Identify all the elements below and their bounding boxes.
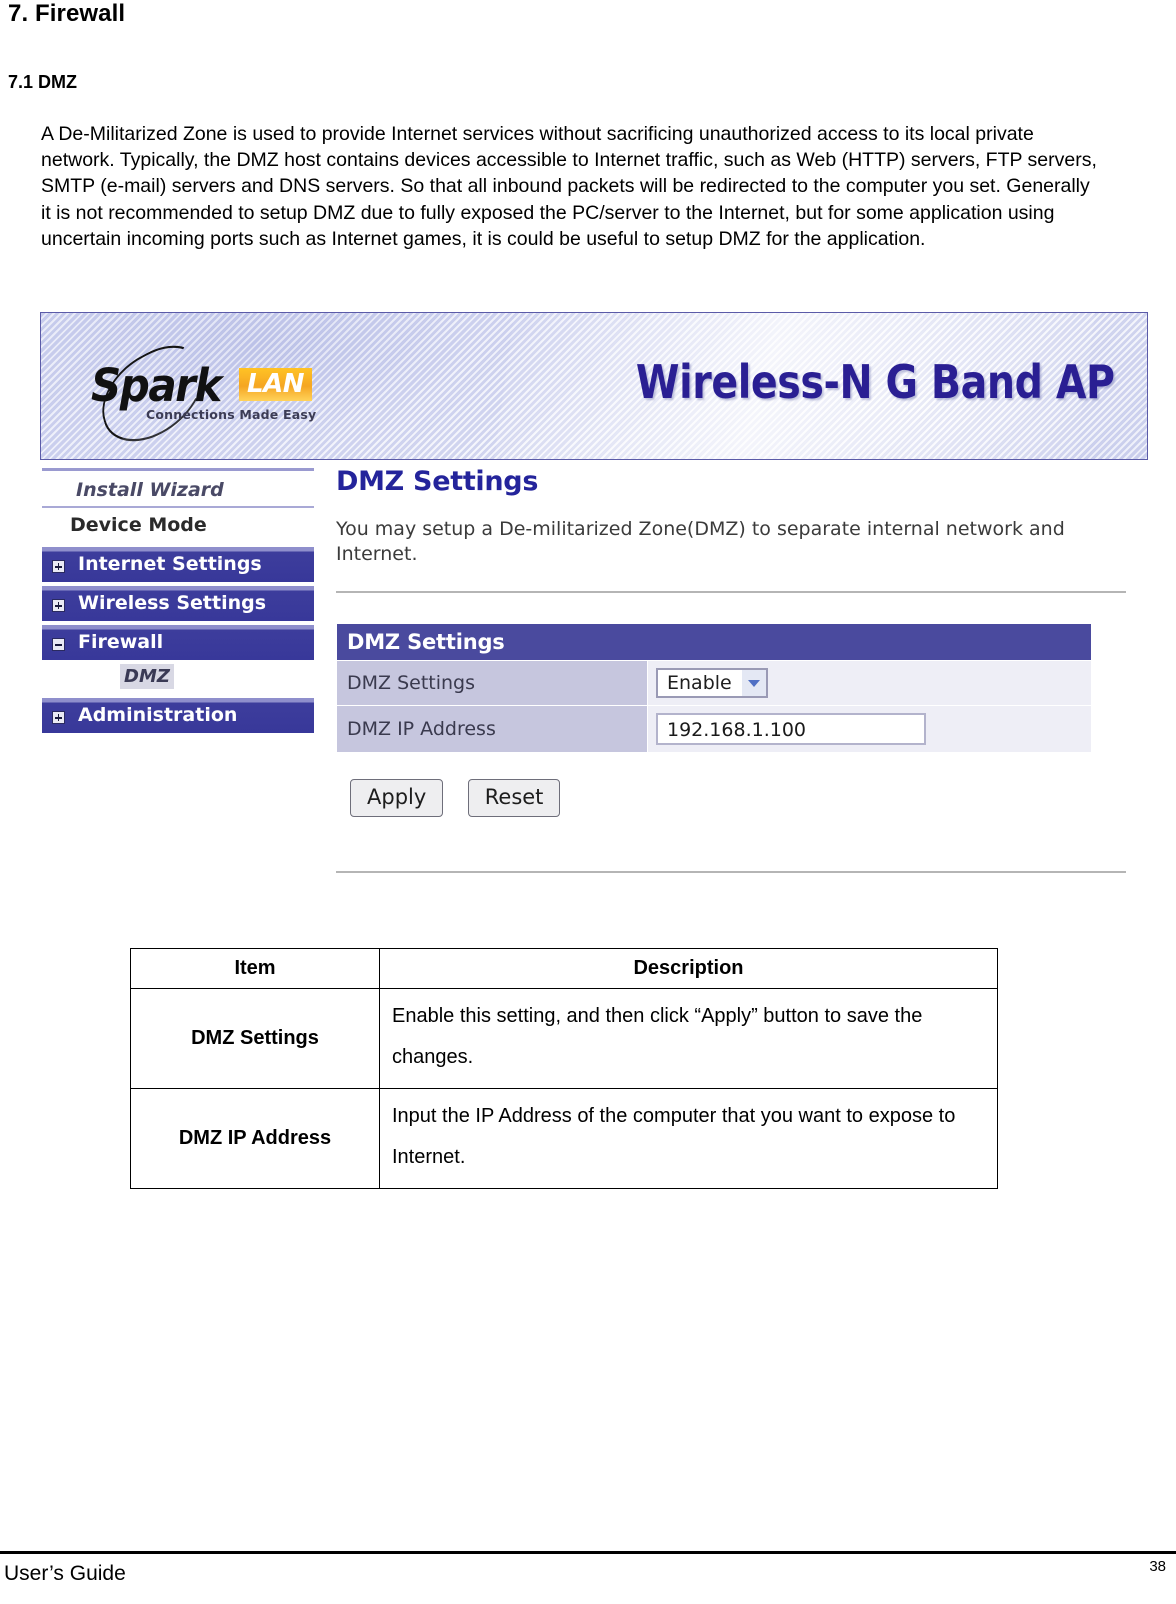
reset-button[interactable]: Reset — [467, 779, 561, 817]
table-row: DMZ Settings Enable — [336, 660, 1092, 706]
dmz-settings-select[interactable]: Enable — [656, 668, 768, 698]
sidebar-nav: Install Wizard Device Mode Internet Sett… — [42, 468, 314, 733]
sidebar-item-label: Internet Settings — [78, 553, 262, 575]
product-title: Wireless-N G Band AP — [636, 355, 1115, 409]
column-header-item: Item — [130, 948, 380, 989]
router-ui-screenshot: Spark LAN Connections Made Easy Wireless… — [40, 312, 1150, 932]
section-heading: 7.1 DMZ — [8, 72, 78, 92]
sidebar-item-label: Wireless Settings — [78, 592, 267, 614]
description-table: Item Description DMZ Settings Enable thi… — [130, 948, 998, 1189]
sidebar-item-administration[interactable]: Administration — [42, 698, 314, 733]
page-title: 7. Firewall — [8, 0, 126, 27]
logo-tagline: Connections Made Easy — [146, 407, 317, 422]
form-header-row: DMZ Settings — [336, 623, 1092, 661]
footer-label: User’s Guide — [4, 1562, 126, 1585]
logo-badge: LAN — [239, 368, 312, 401]
document-page: 7. Firewall 7.1 DMZ A De-Militarized Zon… — [0, 0, 1176, 1604]
sidebar-item-wireless-settings[interactable]: Wireless Settings — [42, 586, 314, 621]
row-description-dmz-ip-address: Input the IP Address of the computer tha… — [379, 1088, 998, 1189]
page-number: 38 — [1149, 1558, 1166, 1575]
body-paragraph: A De-Militarized Zone is used to provide… — [41, 123, 1097, 250]
sidebar-item-dmz[interactable]: DMZ — [42, 660, 314, 694]
expand-plus-icon[interactable] — [52, 560, 65, 573]
row-item-dmz-ip-address: DMZ IP Address — [130, 1088, 380, 1189]
sparklan-logo: Spark LAN Connections Made Easy — [91, 329, 381, 459]
divider — [336, 591, 1126, 593]
table-header-row: Item Description — [130, 948, 998, 989]
dmz-settings-label: DMZ Settings — [336, 660, 648, 706]
dmz-ip-address-value-cell: 192.168.1.100 — [647, 705, 1092, 753]
footer-divider — [0, 1551, 1176, 1554]
form-header-label: DMZ Settings — [336, 623, 1092, 661]
chevron-down-icon[interactable] — [741, 670, 766, 696]
table-row: DMZ IP Address 192.168.1.100 — [336, 705, 1092, 753]
apply-button[interactable]: Apply — [350, 779, 444, 817]
table-row: DMZ IP Address Input the IP Address of t… — [130, 1088, 998, 1189]
dmz-settings-form: DMZ Settings DMZ Settings Enable DMZ IP … — [336, 623, 1092, 753]
sidebar-item-label: Firewall — [78, 631, 164, 653]
panel-title: DMZ Settings — [336, 466, 539, 497]
sidebar-item-label: DMZ — [120, 664, 174, 689]
sidebar-item-label: Administration — [78, 704, 238, 726]
dmz-ip-address-label: DMZ IP Address — [336, 705, 648, 753]
sidebar-item-internet-settings[interactable]: Internet Settings — [42, 547, 314, 582]
router-banner: Spark LAN Connections Made Easy Wireless… — [40, 312, 1148, 460]
divider — [336, 871, 1126, 873]
sidebar-item-firewall[interactable]: Firewall — [42, 625, 314, 660]
dmz-settings-value-cell: Enable — [647, 660, 1092, 706]
sidebar-item-label: Device Mode — [70, 514, 207, 536]
collapse-minus-icon[interactable] — [52, 638, 65, 651]
expand-plus-icon[interactable] — [52, 711, 65, 724]
main-panel: DMZ Settings You may setup a De-militari… — [336, 466, 1136, 873]
row-item-dmz-settings: DMZ Settings — [130, 988, 380, 1089]
logo-wordmark: Spark — [91, 359, 222, 412]
row-description-dmz-settings: Enable this setting, and then click “App… — [379, 988, 998, 1089]
panel-description: You may setup a De-militarized Zone(DMZ)… — [336, 518, 1065, 565]
sidebar-item-label: Install Wizard — [76, 479, 224, 501]
dmz-ip-address-input[interactable]: 192.168.1.100 — [656, 713, 926, 745]
dmz-settings-selected-value: Enable — [667, 672, 732, 694]
expand-plus-icon[interactable] — [52, 599, 65, 612]
sidebar-item-device-mode[interactable]: Device Mode — [42, 508, 314, 543]
sidebar-top-rule — [42, 468, 314, 471]
sidebar-item-install-wizard[interactable]: Install Wizard — [42, 473, 314, 508]
column-header-description: Description — [379, 948, 998, 989]
table-row: DMZ Settings Enable this setting, and th… — [130, 988, 998, 1089]
form-actions: Apply Reset — [350, 779, 1136, 817]
